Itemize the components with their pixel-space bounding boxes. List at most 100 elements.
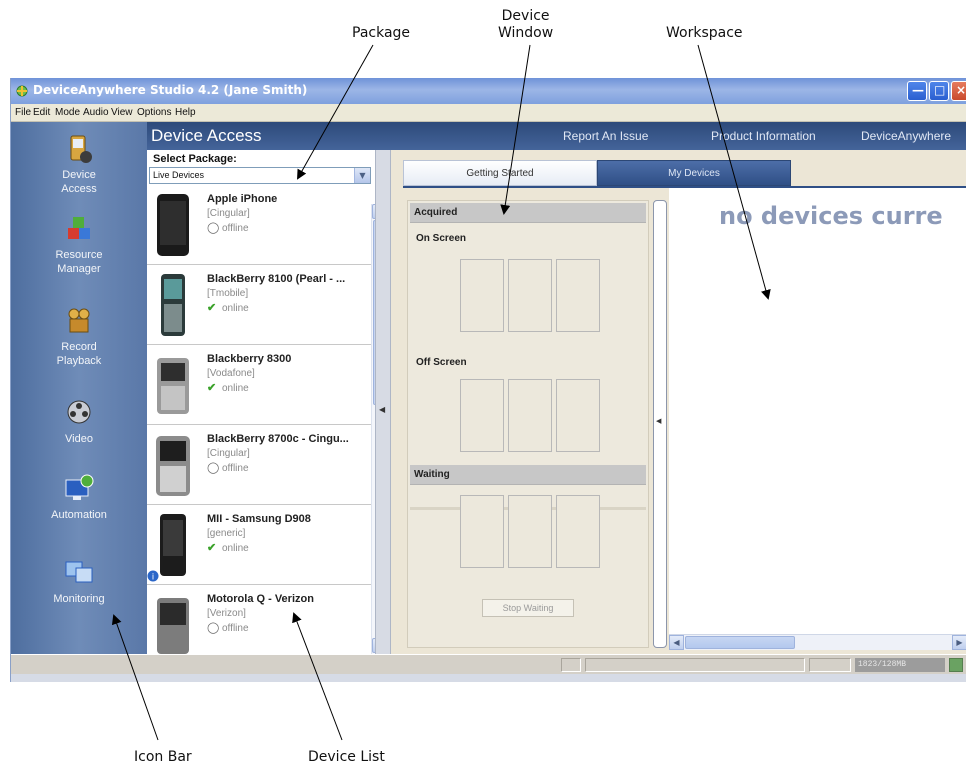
pane-splitter[interactable]: ◀ bbox=[375, 150, 391, 654]
device-status-text: online bbox=[222, 303, 249, 314]
device-carrier: [Cingular] bbox=[207, 208, 250, 219]
icon-bar-label: Resource bbox=[55, 249, 103, 261]
chevron-right-icon[interactable]: ▶ bbox=[952, 635, 966, 650]
phone-icon bbox=[70, 135, 92, 163]
device-item[interactable]: MII - Samsung D908 [generic] ✔ online i bbox=[147, 506, 371, 585]
device-slot[interactable] bbox=[556, 259, 600, 332]
offline-icon: ◯ bbox=[207, 622, 220, 634]
device-window-callout: Device Window bbox=[498, 8, 554, 41]
device-thumbnail bbox=[157, 598, 189, 654]
page-title: Device Access bbox=[151, 126, 262, 145]
device-item[interactable]: BlackBerry 8100 (Pearl - ... [Tmobile] ✔… bbox=[147, 266, 371, 345]
memory-indicator: 1823/128MB bbox=[855, 658, 945, 672]
report-issue-link[interactable]: Report An Issue bbox=[563, 129, 648, 143]
device-carrier: [Tmobile] bbox=[207, 288, 249, 299]
device-item[interactable]: Apple iPhone [Cingular] ◯ offline bbox=[147, 186, 371, 265]
offline-icon: ◯ bbox=[207, 462, 220, 474]
icon-bar-device-access[interactable]: Device Access bbox=[11, 134, 147, 196]
workspace: no devices curre bbox=[669, 188, 966, 648]
icon-bar-resource-manager[interactable]: Resource Manager bbox=[11, 214, 147, 276]
menu-help[interactable]: Help bbox=[175, 107, 196, 118]
device-slot[interactable] bbox=[556, 495, 600, 568]
icon-bar-label: Monitoring bbox=[53, 593, 105, 605]
status-cell bbox=[585, 658, 805, 672]
device-list-callout: Device List bbox=[308, 749, 385, 765]
device-window-splitter[interactable]: ◀ bbox=[653, 200, 667, 648]
device-slot[interactable] bbox=[508, 259, 552, 332]
device-name: Apple iPhone bbox=[207, 193, 278, 205]
minimize-icon: — bbox=[912, 83, 924, 97]
package-select[interactable]: Live Devices ▼ bbox=[149, 167, 371, 184]
device-slot[interactable] bbox=[460, 495, 504, 568]
tab-my-devices[interactable]: My Devices bbox=[597, 160, 791, 186]
device-slot[interactable] bbox=[508, 495, 552, 568]
off-screen-label: Off Screen bbox=[416, 357, 467, 368]
svg-text:i: i bbox=[152, 572, 154, 582]
menu-audio[interactable]: Audio bbox=[83, 107, 109, 118]
deviceanywhere-link[interactable]: DeviceAnywhere bbox=[861, 129, 951, 143]
package-callout: Package bbox=[352, 25, 411, 41]
device-slot[interactable] bbox=[460, 259, 504, 332]
icon-bar-label: Record bbox=[61, 341, 97, 353]
device-thumbnail bbox=[157, 194, 189, 256]
status-cell bbox=[561, 658, 581, 672]
device-status: ◯ offline bbox=[207, 221, 249, 234]
app-logo-icon bbox=[16, 85, 28, 97]
device-item[interactable]: BlackBerry 8700c - Cingu... [Cingular] ◯… bbox=[147, 426, 371, 505]
device-status: ◯ offline bbox=[207, 461, 249, 474]
maximize-button[interactable]: □ bbox=[929, 81, 949, 101]
maximize-icon: □ bbox=[934, 83, 946, 97]
online-check-icon: ✔ bbox=[207, 542, 217, 554]
menu-view[interactable]: View bbox=[111, 107, 133, 118]
device-carrier: [Verizon] bbox=[207, 608, 246, 619]
device-window: Acquired On Screen Off Screen Waiting St… bbox=[407, 200, 649, 648]
scrollbar-thumb[interactable] bbox=[685, 636, 795, 649]
device-name: Motorola Q - Verizon bbox=[207, 593, 314, 605]
device-status: ✔ online bbox=[207, 301, 249, 314]
device-status: ◯ offline bbox=[207, 621, 249, 634]
status-bar: 1823/128MB bbox=[11, 654, 966, 674]
section-header: Device Access Report An Issue Product In… bbox=[147, 122, 966, 150]
close-icon: × bbox=[956, 83, 966, 97]
menu-options[interactable]: Options bbox=[137, 107, 171, 118]
menu-edit[interactable]: Edit bbox=[33, 107, 50, 118]
film-reel-icon bbox=[67, 400, 91, 424]
stop-waiting-button[interactable]: Stop Waiting bbox=[482, 599, 574, 617]
device-status-text: online bbox=[222, 543, 249, 554]
screens-icon bbox=[65, 561, 93, 583]
chevron-down-icon[interactable]: ▼ bbox=[354, 168, 370, 183]
icon-bar-label: Manager bbox=[57, 263, 101, 275]
icon-bar-record-playback[interactable]: Record Playback bbox=[11, 306, 147, 368]
tab-getting-started[interactable]: Getting Started bbox=[403, 160, 597, 186]
icon-bar-label: Device bbox=[62, 169, 96, 181]
device-carrier: [generic] bbox=[207, 528, 246, 539]
menu-file[interactable]: File bbox=[15, 107, 31, 118]
title-bar[interactable]: DeviceAnywhere Studio 4.2 (Jane Smith) —… bbox=[11, 78, 966, 104]
icon-bar-label: Automation bbox=[51, 509, 107, 521]
menu-mode[interactable]: Mode bbox=[55, 107, 80, 118]
device-slot[interactable] bbox=[556, 379, 600, 452]
workspace-hscrollbar[interactable]: ◀ ▶ bbox=[669, 634, 966, 650]
collapse-arrow-icon[interactable]: ◀ bbox=[656, 417, 661, 425]
product-information-link[interactable]: Product Information bbox=[711, 129, 816, 143]
minimize-button[interactable]: — bbox=[907, 81, 927, 101]
device-slot[interactable] bbox=[508, 379, 552, 452]
close-button[interactable]: × bbox=[951, 81, 966, 101]
package-pane: Select Package: Live Devices ▼ Apple iPh… bbox=[147, 150, 375, 654]
device-status: ✔ online bbox=[207, 381, 249, 394]
icon-bar-automation[interactable]: Automation bbox=[11, 474, 147, 522]
device-name: Blackberry 8300 bbox=[207, 353, 292, 365]
info-icon[interactable]: i bbox=[147, 570, 159, 582]
icon-bar-video[interactable]: Video bbox=[11, 398, 147, 446]
device-item[interactable]: Motorola Q - Verizon [Verizon] ◯ offline bbox=[147, 586, 371, 654]
window-title: DeviceAnywhere Studio 4.2 (Jane Smith) bbox=[33, 83, 308, 97]
icon-bar-monitoring[interactable]: Monitoring bbox=[11, 558, 147, 606]
package-label: Select Package: bbox=[153, 153, 237, 165]
device-slot[interactable] bbox=[460, 379, 504, 452]
collapse-arrow-icon[interactable]: ◀ bbox=[379, 405, 385, 414]
garbage-collect-icon[interactable] bbox=[949, 658, 963, 672]
chevron-left-icon[interactable]: ◀ bbox=[669, 635, 684, 650]
device-item[interactable]: Blackberry 8300 [Vodafone] ✔ online bbox=[147, 346, 371, 425]
main-area: Getting Started My Devices Acquired On S… bbox=[391, 150, 966, 654]
device-carrier: [Vodafone] bbox=[207, 368, 255, 379]
